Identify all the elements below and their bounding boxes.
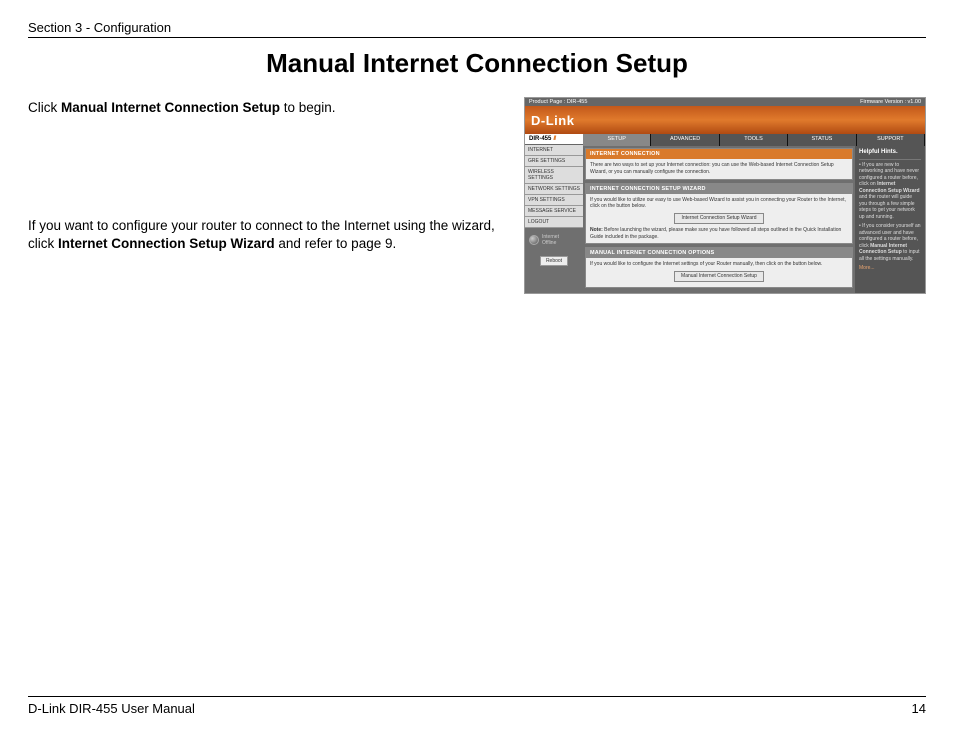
text: Click	[28, 100, 61, 115]
sidebar-item-network[interactable]: NETWORK SETTINGS	[525, 184, 583, 195]
tab-setup[interactable]: SETUP	[583, 134, 651, 146]
globe-icon	[529, 235, 539, 245]
router-topbar: Product Page : DIR-455 Firmware Version …	[525, 98, 925, 106]
text: and the router will guide you through a …	[859, 194, 915, 220]
product-page-label: Product Page : DIR-455	[529, 99, 587, 105]
tab-tools[interactable]: TOOLS	[720, 134, 788, 146]
text: to begin.	[280, 100, 336, 115]
internet-status: Internet Offline	[525, 228, 583, 252]
hint-bullet-2: • If you consider yourself an advanced u…	[859, 223, 921, 262]
page-footer: D-Link DIR-455 User Manual 14	[28, 696, 926, 716]
panel-text: If you would like to configure the Inter…	[590, 261, 822, 267]
firmware-version-label: Firmware Version : v1.00	[860, 99, 921, 105]
wizard-button[interactable]: Internet Connection Setup Wizard	[674, 213, 763, 224]
sidebar-item-vpn[interactable]: VPN SETTINGS	[525, 195, 583, 206]
section-header: Section 3 - Configuration	[28, 20, 926, 38]
tab-status[interactable]: STATUS	[788, 134, 856, 146]
router-content: INTERNET CONNECTION There are two ways t…	[583, 146, 855, 293]
more-link[interactable]: More...	[859, 265, 921, 272]
note: Note: Before launching the wizard, pleas…	[590, 227, 848, 241]
router-tabs: SETUP ADVANCED TOOLS STATUS SUPPORT	[583, 134, 925, 146]
panel-body: There are two ways to set up your Intern…	[586, 159, 852, 179]
panel-body: If you would like to utilize our easy to…	[586, 194, 852, 244]
model-label: DIR-455 ///	[525, 134, 583, 145]
router-columns: INTERNET CONNECTION There are two ways t…	[583, 146, 925, 293]
panel-wizard: INTERNET CONNECTION SETUP WIZARD If you …	[585, 183, 853, 245]
tab-support[interactable]: SUPPORT	[857, 134, 925, 146]
panel-manual: MANUAL INTERNET CONNECTION OPTIONS If yo…	[585, 247, 853, 288]
footer-manual-name: D-Link DIR-455 User Manual	[28, 701, 195, 716]
panel-head: INTERNET CONNECTION	[586, 149, 852, 159]
router-main: SETUP ADVANCED TOOLS STATUS SUPPORT INTE…	[583, 134, 925, 293]
panel-head: MANUAL INTERNET CONNECTION OPTIONS	[586, 248, 852, 258]
brand-banner: D-Link	[525, 106, 925, 134]
router-screenshot: Product Page : DIR-455 Firmware Version …	[524, 97, 926, 294]
tab-advanced[interactable]: ADVANCED	[651, 134, 719, 146]
bold-text: Manual Internet Connection Setup	[61, 100, 280, 115]
hint-bullet-1: • If you are new to networking and have …	[859, 162, 921, 221]
router-ui: Product Page : DIR-455 Firmware Version …	[525, 98, 925, 293]
note-text: Before launching the wizard, please make…	[590, 227, 841, 240]
panel-text: If you would like to utilize our easy to…	[590, 197, 846, 210]
model-text: DIR-455	[529, 136, 551, 142]
router-sidebar: DIR-455 /// INTERNET GRE SETTINGS WIRELE…	[525, 134, 583, 293]
footer-page-number: 14	[912, 701, 926, 716]
manual-setup-button[interactable]: Manual Internet Connection Setup	[674, 271, 764, 282]
stripes-icon: ///	[553, 136, 555, 142]
sidebar-item-gre[interactable]: GRE SETTINGS	[525, 156, 583, 167]
sidebar-item-internet[interactable]: INTERNET	[525, 145, 583, 156]
panel-body: If you would like to configure the Inter…	[586, 258, 852, 287]
hints-heading: Helpful Hints.	[859, 149, 921, 160]
sidebar-item-message[interactable]: MESSAGE SERVICE	[525, 206, 583, 217]
panel-head: INTERNET CONNECTION SETUP WIZARD	[586, 184, 852, 194]
bold-text: Internet Connection Setup Wizard	[58, 236, 275, 251]
content-row: Click Manual Internet Connection Setup t…	[28, 97, 926, 294]
status-text: Internet Offline	[542, 234, 559, 246]
sidebar-item-logout[interactable]: LOGOUT	[525, 217, 583, 228]
instruction-column: Click Manual Internet Connection Setup t…	[28, 97, 508, 254]
helpful-hints: Helpful Hints. • If you are new to netwo…	[855, 146, 925, 293]
page-title: Manual Internet Connection Setup	[28, 48, 926, 79]
note-label: Note:	[590, 227, 603, 233]
instruction-paragraph-1: Click Manual Internet Connection Setup t…	[28, 99, 508, 117]
status-line2: Offline	[542, 240, 556, 246]
panel-internet-connection: INTERNET CONNECTION There are two ways t…	[585, 148, 853, 180]
router-body: DIR-455 /// INTERNET GRE SETTINGS WIRELE…	[525, 134, 925, 293]
text: and refer to page 9.	[275, 236, 397, 251]
reboot-button[interactable]: Reboot	[540, 256, 568, 266]
instruction-paragraph-2: If you want to configure your router to …	[28, 217, 508, 253]
sidebar-item-wireless[interactable]: WIRELESS SETTINGS	[525, 167, 583, 184]
